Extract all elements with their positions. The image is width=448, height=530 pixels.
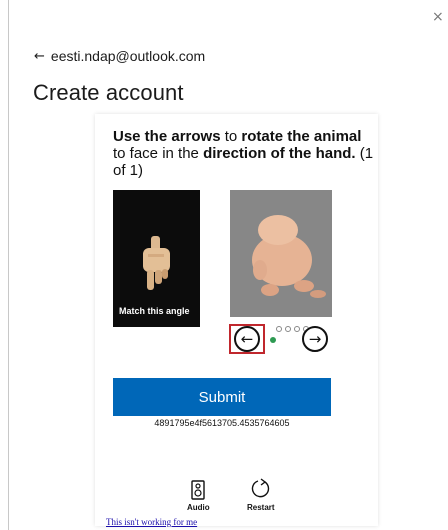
position-dot: [294, 326, 300, 332]
rotate-right-button[interactable]: →: [302, 326, 328, 352]
back-arrow-icon[interactable]: ←: [34, 49, 45, 64]
instruction-bold-2: rotate the animal: [241, 128, 362, 145]
position-dot: [285, 326, 291, 332]
hand-caption: Match this angle: [119, 306, 190, 316]
speaker-icon: [191, 480, 206, 500]
close-icon[interactable]: ×: [432, 10, 444, 24]
help-link[interactable]: This isn't working for me: [106, 517, 197, 527]
active-position-dot: [270, 337, 276, 343]
restart-label: Restart: [247, 503, 275, 512]
back-email-row[interactable]: ← eesti.ndap@outlook.com: [34, 48, 205, 64]
restart-icon: [251, 478, 269, 498]
position-dot: [276, 326, 282, 332]
instruction-text-1: to: [220, 128, 242, 145]
page-title: Create account: [33, 80, 184, 105]
audio-button[interactable]: Audio: [187, 480, 210, 512]
restart-button[interactable]: Restart: [247, 478, 275, 512]
animal-figure-icon: [230, 190, 332, 317]
account-email: eesti.ndap@outlook.com: [50, 48, 206, 64]
instruction-text-2: to face in the: [113, 145, 204, 162]
rotate-left-button[interactable]: ←: [234, 326, 260, 352]
rotatable-animal-image: [230, 190, 332, 317]
reference-hand-image: Match this angle: [113, 190, 200, 327]
puzzle-instructions: Use the arrows to rotate the animal to f…: [113, 128, 375, 179]
session-token: 4891795e4f5613705.4535764605: [154, 418, 290, 428]
audio-label: Audio: [187, 503, 210, 512]
instruction-bold-3: direction of the hand.: [203, 145, 356, 162]
submit-button[interactable]: Submit: [113, 378, 331, 416]
instruction-bold-1: Use the arrows: [113, 128, 221, 145]
